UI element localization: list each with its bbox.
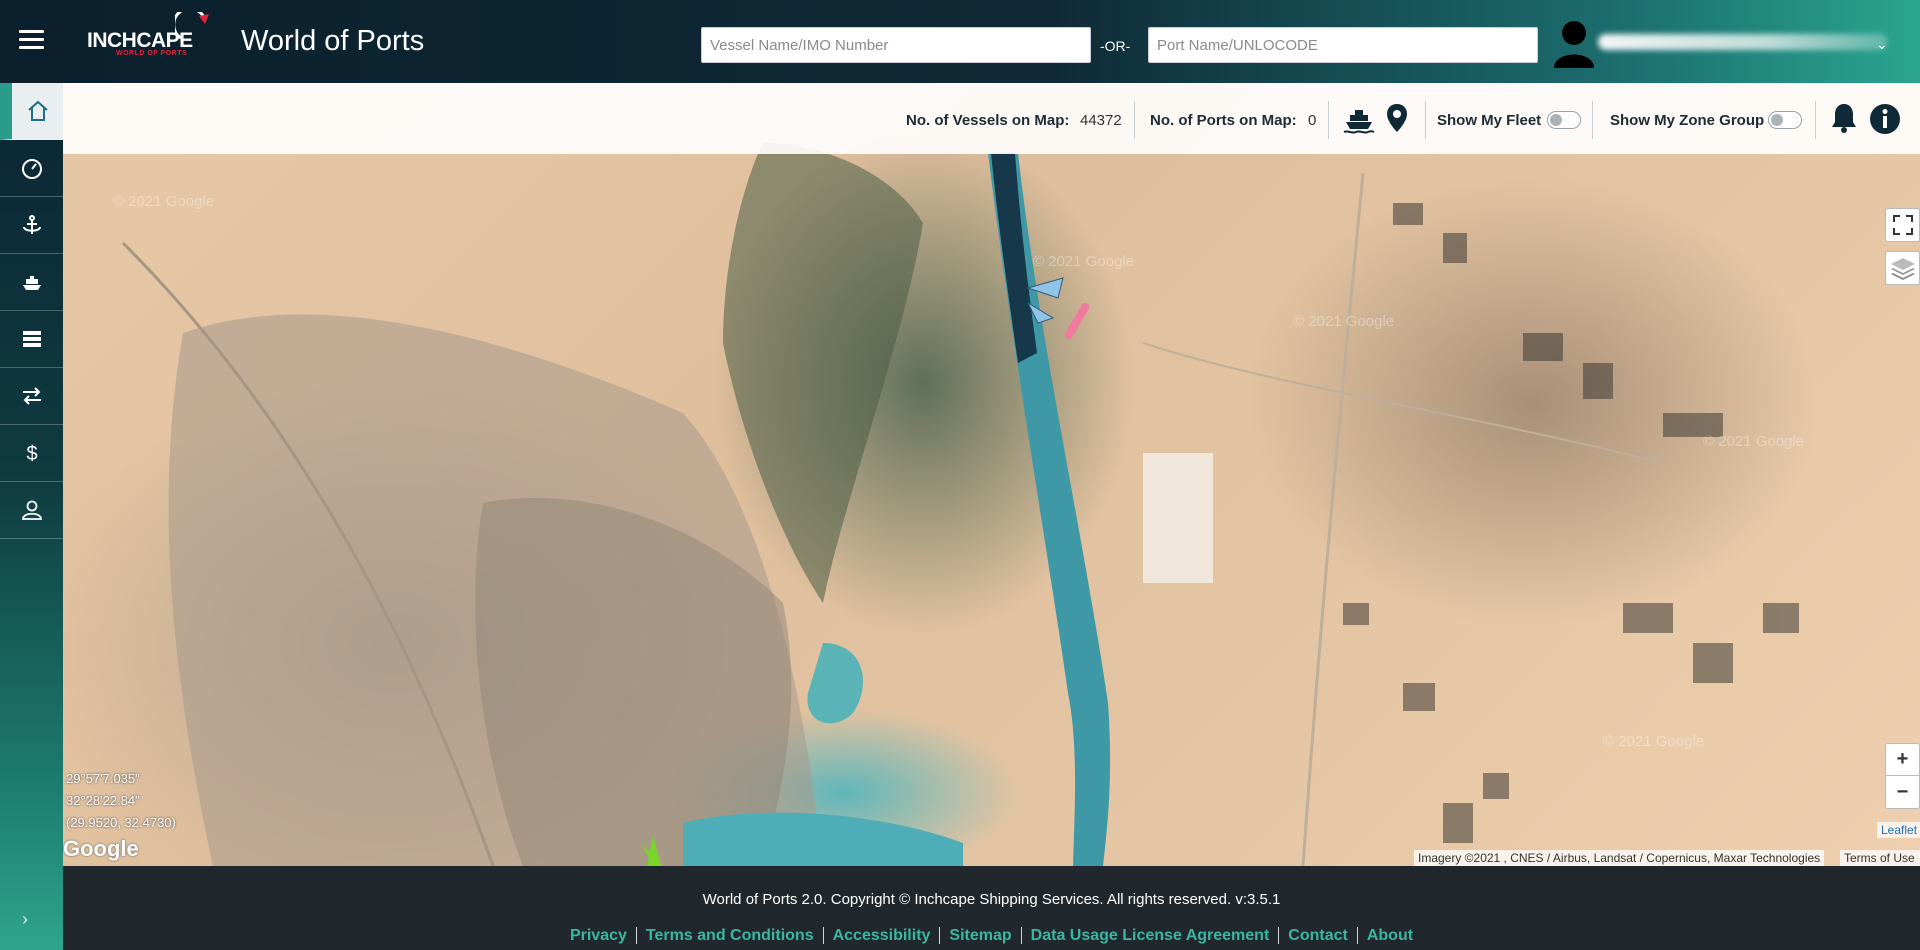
top-header: INCHCAPE WORLD OF PORTS World of Ports -… xyxy=(0,0,1920,83)
vessels-count-value: 44372 xyxy=(1080,112,1122,129)
zoom-in-button[interactable]: + xyxy=(1885,743,1920,776)
list-icon xyxy=(22,331,41,347)
sidebar: $ › xyxy=(0,83,63,950)
terms-of-use-link[interactable]: Terms of Use xyxy=(1840,850,1920,866)
home-icon xyxy=(27,100,48,121)
zoom-out-button[interactable]: − xyxy=(1885,776,1920,809)
leaflet-link[interactable]: Leaflet xyxy=(1877,822,1920,838)
fullscreen-icon xyxy=(1892,215,1913,235)
divider xyxy=(1815,101,1816,139)
map-toolbar: No. of Vessels on Map: 44372 No. of Port… xyxy=(63,83,1920,154)
sidebar-item-list[interactable] xyxy=(0,311,63,368)
coord-lon-dms: 32°28'22.84" xyxy=(66,793,140,808)
coord-lat-dms: 29°57'7.035" xyxy=(66,771,140,786)
svg-text:$: $ xyxy=(26,443,37,465)
footer-link-about[interactable]: About xyxy=(1356,927,1423,944)
footer-link-accessibility[interactable]: Accessibility xyxy=(822,927,940,944)
divider xyxy=(1328,101,1329,139)
notification-bell-icon[interactable] xyxy=(1830,102,1858,134)
dollar-icon: $ xyxy=(26,443,37,465)
ship-icon xyxy=(22,276,41,290)
divider xyxy=(1425,101,1426,139)
transfer-arrows-icon xyxy=(22,387,41,405)
port-search-input[interactable] xyxy=(1148,27,1538,63)
sidebar-expand-icon[interactable]: › xyxy=(22,909,28,930)
divider xyxy=(1592,101,1593,139)
app-title: World of Ports xyxy=(241,25,425,57)
inchcape-logo[interactable]: INCHCAPE WORLD OF PORTS xyxy=(87,12,217,62)
user-icon xyxy=(21,500,42,520)
google-watermark: © 2021 Google xyxy=(1703,433,1805,450)
sidebar-item-finance[interactable]: $ xyxy=(0,425,63,482)
sidebar-item-vessels[interactable] xyxy=(0,254,63,311)
fullscreen-button[interactable] xyxy=(1885,208,1920,242)
footer-link-sitemap[interactable]: Sitemap xyxy=(939,927,1021,944)
sidebar-item-profile[interactable] xyxy=(0,482,63,539)
sidebar-item-transfers[interactable] xyxy=(0,368,63,425)
user-name-blurred[interactable] xyxy=(1598,34,1888,50)
show-zone-group-label: Show My Zone Group xyxy=(1610,112,1765,129)
ports-count-value: 0 xyxy=(1308,112,1317,129)
coord-decimal: (29.9520, 32.4730) xyxy=(66,815,176,830)
info-icon[interactable] xyxy=(1869,103,1901,135)
google-watermark: © 2021 Google xyxy=(113,193,215,210)
vessel-search-input[interactable] xyxy=(701,27,1091,63)
imagery-attribution: Imagery ©2021 , CNES / Airbus, Landsat /… xyxy=(1414,850,1825,866)
layers-button[interactable] xyxy=(1885,251,1920,285)
ship-icon[interactable] xyxy=(1342,103,1376,135)
logo-swoosh-icon xyxy=(175,12,209,40)
dashboard-gauge-icon xyxy=(21,159,42,179)
footer-link-privacy[interactable]: Privacy xyxy=(561,927,636,944)
google-watermark: © 2021 Google xyxy=(1293,313,1395,330)
vessels-count-label: No. of Vessels on Map: xyxy=(906,112,1070,129)
google-watermark: © 2021 Google xyxy=(1033,253,1135,270)
footer-links: Privacy Terms and Conditions Accessibility… xyxy=(63,927,1920,945)
location-pin-icon[interactable] xyxy=(1386,103,1408,133)
divider xyxy=(1134,101,1135,139)
sidebar-item-dashboard[interactable] xyxy=(0,140,63,197)
layers-icon xyxy=(1890,258,1915,280)
ports-count-label: No. of Ports on Map: xyxy=(1150,112,1297,129)
footer: World of Ports 2.0. Copyright © Inchcape… xyxy=(63,866,1920,950)
anchor-icon xyxy=(22,215,41,234)
sidebar-item-home[interactable] xyxy=(0,83,63,140)
copyright-text: World of Ports 2.0. Copyright © Inchcape… xyxy=(702,891,1281,908)
show-my-fleet-toggle[interactable] xyxy=(1547,111,1581,129)
footer-link-terms[interactable]: Terms and Conditions xyxy=(635,927,823,944)
footer-link-contact[interactable]: Contact xyxy=(1278,927,1357,944)
google-logo: Google xyxy=(63,836,139,861)
coordinates-readout: 29°57'7.035" 32°28'22.84" (29.9520, 32.4… xyxy=(66,768,176,834)
user-avatar-icon[interactable] xyxy=(1554,20,1594,68)
google-watermark: © 2021 Google xyxy=(1603,733,1705,750)
chevron-down-icon[interactable]: ⌄ xyxy=(1876,36,1888,53)
menu-icon[interactable] xyxy=(19,30,44,50)
or-separator: -OR- xyxy=(1100,38,1131,54)
footer-link-data-usage[interactable]: Data Usage License Agreement xyxy=(1020,927,1279,944)
satellite-map[interactable]: © 2021 Google © 2021 Google © 2021 Googl… xyxy=(63,83,1920,866)
sidebar-item-ports[interactable] xyxy=(0,197,63,254)
show-my-fleet-label: Show My Fleet xyxy=(1437,112,1542,129)
show-zone-group-toggle[interactable] xyxy=(1768,111,1802,129)
